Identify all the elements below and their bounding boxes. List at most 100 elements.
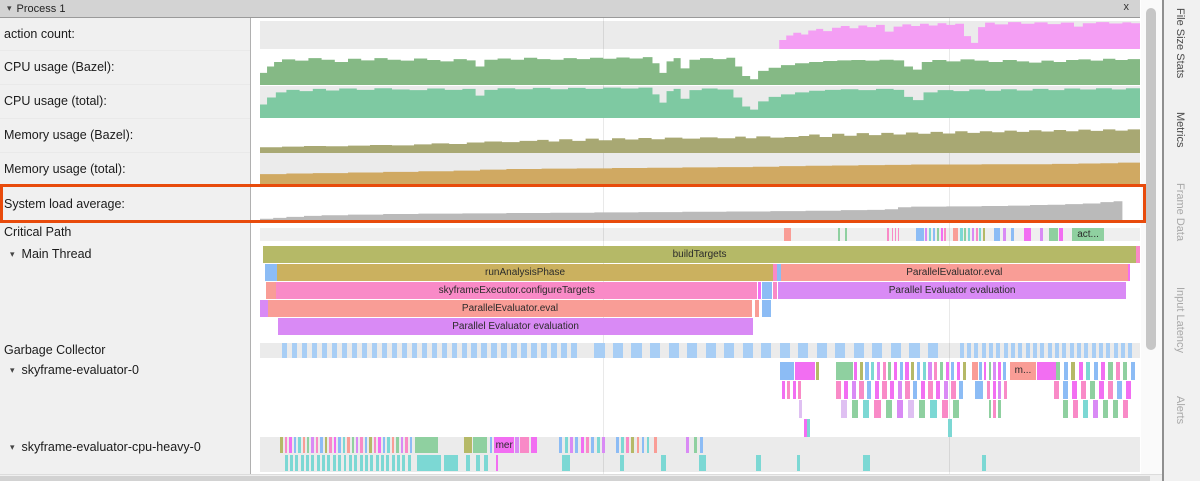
trace-slice[interactable] <box>531 343 536 358</box>
trace-slice[interactable] <box>687 343 697 358</box>
trace-slice[interactable] <box>520 437 529 453</box>
trace-slice[interactable] <box>919 400 925 418</box>
row-label-main-thread[interactable]: ▾Main Thread <box>0 245 250 263</box>
trace-slice[interactable] <box>325 437 327 453</box>
trace-slice[interactable] <box>432 343 437 358</box>
trace-slice[interactable] <box>289 437 291 453</box>
trace-slice[interactable] <box>930 400 936 418</box>
process-expander-triangle-icon[interactable]: ▾ <box>7 3 12 14</box>
trace-slice[interactable] <box>887 228 890 241</box>
trace-slice[interactable] <box>993 381 996 399</box>
trace-slice[interactable] <box>490 437 493 453</box>
trace-slice[interactable] <box>706 343 716 358</box>
trace-slice[interactable] <box>798 343 808 358</box>
trace-slice[interactable] <box>960 228 962 241</box>
trace-slice[interactable] <box>953 400 959 418</box>
trace-slice[interactable] <box>940 362 943 380</box>
trace-slice[interactable] <box>890 381 894 399</box>
trace-slice[interactable] <box>894 362 897 380</box>
trace-slice[interactable] <box>444 455 458 471</box>
trace-slice[interactable] <box>565 437 568 453</box>
trace-slice[interactable] <box>1004 343 1008 358</box>
trace-slice[interactable] <box>613 343 623 358</box>
trace-slice[interactable] <box>1099 381 1104 399</box>
trace-slice[interactable] <box>975 381 984 399</box>
trace-slice[interactable] <box>471 343 476 358</box>
trace-slice[interactable]: ParallelEvaluator.eval <box>268 300 752 317</box>
trace-slice[interactable] <box>972 228 974 241</box>
trace-slice[interactable] <box>386 455 389 471</box>
trace-slice[interactable] <box>836 381 840 399</box>
trace-slice[interactable] <box>581 437 584 453</box>
trace-slice[interactable] <box>1004 381 1007 399</box>
track-skyframe-evaluator-cpu-heavy-0[interactable]: mer <box>260 437 1140 472</box>
trace-slice[interactable] <box>795 362 815 380</box>
trace-slice[interactable] <box>637 437 640 453</box>
trace-slice[interactable] <box>817 343 827 358</box>
trace-slice[interactable] <box>793 381 796 399</box>
trace-slice[interactable] <box>452 343 457 358</box>
track-cpu-bazel[interactable] <box>260 53 1140 85</box>
trace-slice[interactable] <box>1126 381 1131 399</box>
trace-slice[interactable] <box>972 362 978 380</box>
trace-slice[interactable] <box>909 343 919 358</box>
trace-slice[interactable]: ParallelEvaluator.eval <box>781 264 1128 281</box>
trace-slice[interactable] <box>647 437 650 453</box>
process-header[interactable]: ▾ Process 1 x <box>0 0 1140 18</box>
trace-slice[interactable] <box>396 437 398 453</box>
trace-slice[interactable] <box>306 455 309 471</box>
trace-slice[interactable] <box>571 343 576 358</box>
trace-slice[interactable] <box>987 381 990 399</box>
trace-slice[interactable] <box>594 343 604 358</box>
sidebar-tab-alerts[interactable]: Alerts <box>1174 396 1186 424</box>
trace-slice[interactable] <box>501 343 506 358</box>
trace-slice[interactable] <box>998 400 1001 418</box>
trace-slice[interactable] <box>417 455 442 471</box>
sidebar-tab-frame-data[interactable]: Frame Data <box>1174 183 1186 241</box>
trace-slice[interactable] <box>933 228 935 241</box>
trace-slice[interactable] <box>621 437 624 453</box>
trace-slice[interactable] <box>1018 343 1022 358</box>
trace-slice[interactable] <box>410 437 412 453</box>
trace-slice[interactable] <box>521 343 526 358</box>
row-label-skyframe-evaluator-cpu-heavy-0[interactable]: ▾skyframe-evaluator-cpu-heavy-0 <box>0 438 250 456</box>
trace-slice[interactable] <box>1064 362 1068 380</box>
trace-slice[interactable] <box>1084 343 1088 358</box>
trace-slice[interactable] <box>383 437 385 453</box>
trace-slice[interactable] <box>1003 228 1007 241</box>
trace-slice[interactable] <box>959 381 963 399</box>
trace-slice[interactable] <box>867 381 871 399</box>
trace-slice[interactable] <box>1062 343 1066 358</box>
trace-slice[interactable] <box>338 437 340 453</box>
trace-slice[interactable] <box>700 437 703 453</box>
trace-slice[interactable] <box>780 362 794 380</box>
track-mem-total[interactable] <box>260 153 1140 185</box>
sidebar-tab-metrics[interactable]: Metrics <box>1174 112 1186 147</box>
trace-slice[interactable] <box>415 437 438 453</box>
trace-slice[interactable] <box>422 343 427 358</box>
trace-slice[interactable] <box>586 437 589 453</box>
trace-slice[interactable] <box>320 437 322 453</box>
trace-slice[interactable] <box>883 362 886 380</box>
trace-slice[interactable] <box>895 228 897 241</box>
trace-slice[interactable] <box>921 381 925 399</box>
trace-slice[interactable] <box>936 381 940 399</box>
trace-slice[interactable] <box>265 264 277 281</box>
trace-slice[interactable] <box>852 400 858 418</box>
trace-slice[interactable] <box>1033 343 1037 358</box>
trace-slice[interactable]: buildTargets <box>263 246 1137 263</box>
trace-slice[interactable] <box>928 362 931 380</box>
trace-slice[interactable] <box>570 437 573 453</box>
track-critical-path[interactable]: act... <box>260 228 1140 241</box>
trace-slice[interactable] <box>835 343 845 358</box>
trace-slice[interactable] <box>979 362 982 380</box>
trace-slice[interactable] <box>1131 362 1135 380</box>
trace-slice[interactable] <box>1063 381 1068 399</box>
trace-slice[interactable] <box>290 455 293 471</box>
trace-slice[interactable] <box>356 437 358 453</box>
trace-slice[interactable] <box>928 343 938 358</box>
trace-slice[interactable] <box>302 343 307 358</box>
trace-slice[interactable] <box>1040 228 1043 241</box>
trace-slice[interactable] <box>1101 362 1105 380</box>
trace-slice[interactable] <box>724 343 734 358</box>
